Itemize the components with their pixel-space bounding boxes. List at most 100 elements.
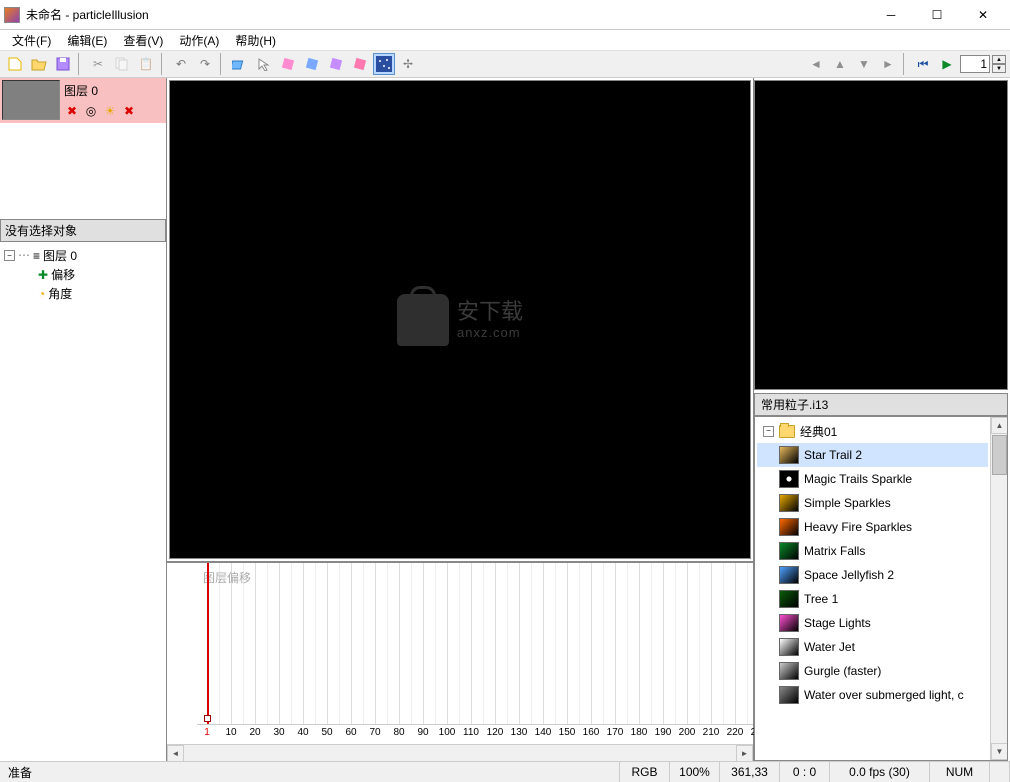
frame-input[interactable] [960, 55, 990, 73]
status-time: 0 : 0 [780, 762, 830, 782]
nav-right-icon[interactable]: ► [877, 53, 899, 75]
library-item[interactable]: Tree 1 [757, 587, 988, 611]
library-item-label: Tree 1 [804, 592, 838, 606]
library-header: 常用粒子.i13 [754, 393, 1008, 416]
scroll-down-icon[interactable]: ▼ [991, 743, 1008, 760]
library-item[interactable]: Simple Sparkles [757, 491, 988, 515]
timeline-panel: 图层偏移 11020304050607080901001101201301401… [167, 561, 753, 761]
timeline-tick: 140 [535, 727, 552, 738]
library-item[interactable]: Matrix Falls [757, 539, 988, 563]
library-item[interactable]: Gurgle (faster) [757, 659, 988, 683]
toolbar: ✂ 📋 ↶ ↷ ✢ ◄ ▲ ▼ ► ⏮ ▶ ▲ ▼ [0, 50, 1010, 78]
status-coords: 361,33 [720, 762, 780, 782]
redo-icon[interactable]: ↷ [194, 53, 216, 75]
viewport[interactable]: 安下载 anxz.com [169, 80, 751, 559]
timeline-tick: 110 [463, 727, 479, 738]
library-item[interactable]: Space Jellyfish 2 [757, 563, 988, 587]
library-thumb [779, 566, 799, 584]
undo-icon[interactable]: ↶ [170, 53, 192, 75]
frame-down-button[interactable]: ▼ [992, 64, 1006, 73]
library-preview[interactable] [754, 80, 1008, 390]
library-item[interactable]: Star Trail 2 [757, 443, 988, 467]
timeline-tick: 170 [607, 727, 624, 738]
library-folder-row[interactable]: − 经典01 [757, 419, 988, 443]
library-item-label: Gurgle (faster) [804, 664, 881, 678]
timeline-keyframe[interactable] [204, 715, 211, 722]
window-title: 未命名 - particleIllusion [26, 6, 868, 23]
library-item[interactable]: Water Jet [757, 635, 988, 659]
deflector-icon[interactable] [349, 53, 371, 75]
particle-stars-icon[interactable] [373, 53, 395, 75]
watermark-en: anxz.com [457, 325, 523, 341]
timeline-cursor[interactable] [207, 563, 209, 724]
timeline-tick: 10 [225, 727, 236, 738]
layer-disable-icon[interactable]: ✖ [64, 103, 80, 119]
menu-view[interactable]: 查看(V) [115, 30, 171, 51]
library-item[interactable]: Heavy Fire Sparkles [757, 515, 988, 539]
app-icon [4, 7, 20, 23]
rewind-icon[interactable]: ⏮ [912, 53, 934, 75]
menu-edit[interactable]: 编辑(E) [59, 30, 115, 51]
status-zoom: 100% [670, 762, 720, 782]
library-thumb [779, 662, 799, 680]
properties-header: 没有选择对象 [0, 219, 166, 242]
cut-icon[interactable]: ✂ [87, 53, 109, 75]
menu-file[interactable]: 文件(F) [4, 30, 59, 51]
new-icon[interactable] [4, 53, 26, 75]
layer-disable2-icon[interactable]: ✖ [121, 103, 137, 119]
play-icon[interactable]: ▶ [936, 53, 958, 75]
tree-angle-row[interactable]: ◔ 角度 [4, 284, 162, 303]
save-icon[interactable] [52, 53, 74, 75]
timeline-body[interactable]: 图层偏移 11020304050607080901001101201301401… [167, 563, 753, 744]
emitter-pink-icon[interactable] [277, 53, 299, 75]
library-vscrollbar[interactable]: ▲ ▼ [990, 417, 1007, 760]
status-ready: 准备 [0, 762, 620, 782]
tree-offset-row[interactable]: ✚ 偏移 [4, 265, 162, 284]
tree-layer-row[interactable]: − ⋯ ≡ 图层 0 [4, 246, 162, 265]
paste-icon[interactable]: 📋 [135, 53, 157, 75]
library-item[interactable]: Water over submerged light, c [757, 683, 988, 707]
scroll-up-icon[interactable]: ▲ [991, 417, 1008, 434]
library-item[interactable]: Stage Lights [757, 611, 988, 635]
nav-up-icon[interactable]: ▲ [829, 53, 851, 75]
scroll-right-icon[interactable]: ► [736, 745, 753, 762]
frame-up-button[interactable]: ▲ [992, 55, 1006, 64]
library-item[interactable]: Magic Trails Sparkle [757, 467, 988, 491]
maximize-button[interactable]: ☐ [914, 0, 960, 29]
library-item-label: Space Jellyfish 2 [804, 568, 894, 582]
close-button[interactable]: ✕ [960, 0, 1006, 29]
library-thumb [779, 638, 799, 656]
menu-action[interactable]: 动作(A) [171, 30, 227, 51]
main-area: 图层 0 ✖ ◎ ☀ ✖ 没有选择对象 − ⋯ ≡ 图层 0 ✚ [0, 78, 1010, 761]
layer-sun-icon[interactable]: ☀ [102, 103, 118, 119]
open-icon[interactable] [28, 53, 50, 75]
nav-left-icon[interactable]: ◄ [805, 53, 827, 75]
collapse-icon[interactable]: − [4, 250, 15, 261]
timeline-track-label: 图层偏移 [203, 569, 251, 586]
layer-target-icon[interactable]: ◎ [83, 103, 99, 119]
library-item-label: Water over submerged light, c [804, 688, 964, 702]
force-icon[interactable]: ✢ [397, 53, 419, 75]
scroll-left-icon[interactable]: ◄ [167, 745, 184, 762]
timeline-tick: 200 [679, 727, 696, 738]
layer-item[interactable]: 图层 0 ✖ ◎ ☀ ✖ [0, 78, 166, 123]
scroll-thumb[interactable] [992, 435, 1007, 475]
timeline-hscrollbar[interactable]: ◄ ► [167, 744, 753, 761]
layer-icon[interactable] [229, 53, 251, 75]
library-thumb [779, 590, 799, 608]
library-thumb [779, 686, 799, 704]
minimize-button[interactable]: ─ [868, 0, 914, 29]
nav-down-icon[interactable]: ▼ [853, 53, 875, 75]
emitter-purple-icon[interactable] [325, 53, 347, 75]
statusbar: 准备 RGB 100% 361,33 0 : 0 0.0 fps (30) NU… [0, 761, 1010, 782]
timeline-tick: 150 [559, 727, 576, 738]
emitter-blue-icon[interactable] [301, 53, 323, 75]
library-thumb [779, 494, 799, 512]
timeline-tick: 1 [204, 727, 210, 738]
copy-icon[interactable] [111, 53, 133, 75]
menu-help[interactable]: 帮助(H) [227, 30, 284, 51]
timeline-ruler: 1102030405060708090100110120130140150160… [197, 724, 753, 744]
library-thumb [779, 614, 799, 632]
select-icon[interactable] [253, 53, 275, 75]
collapse-icon[interactable]: − [763, 426, 774, 437]
